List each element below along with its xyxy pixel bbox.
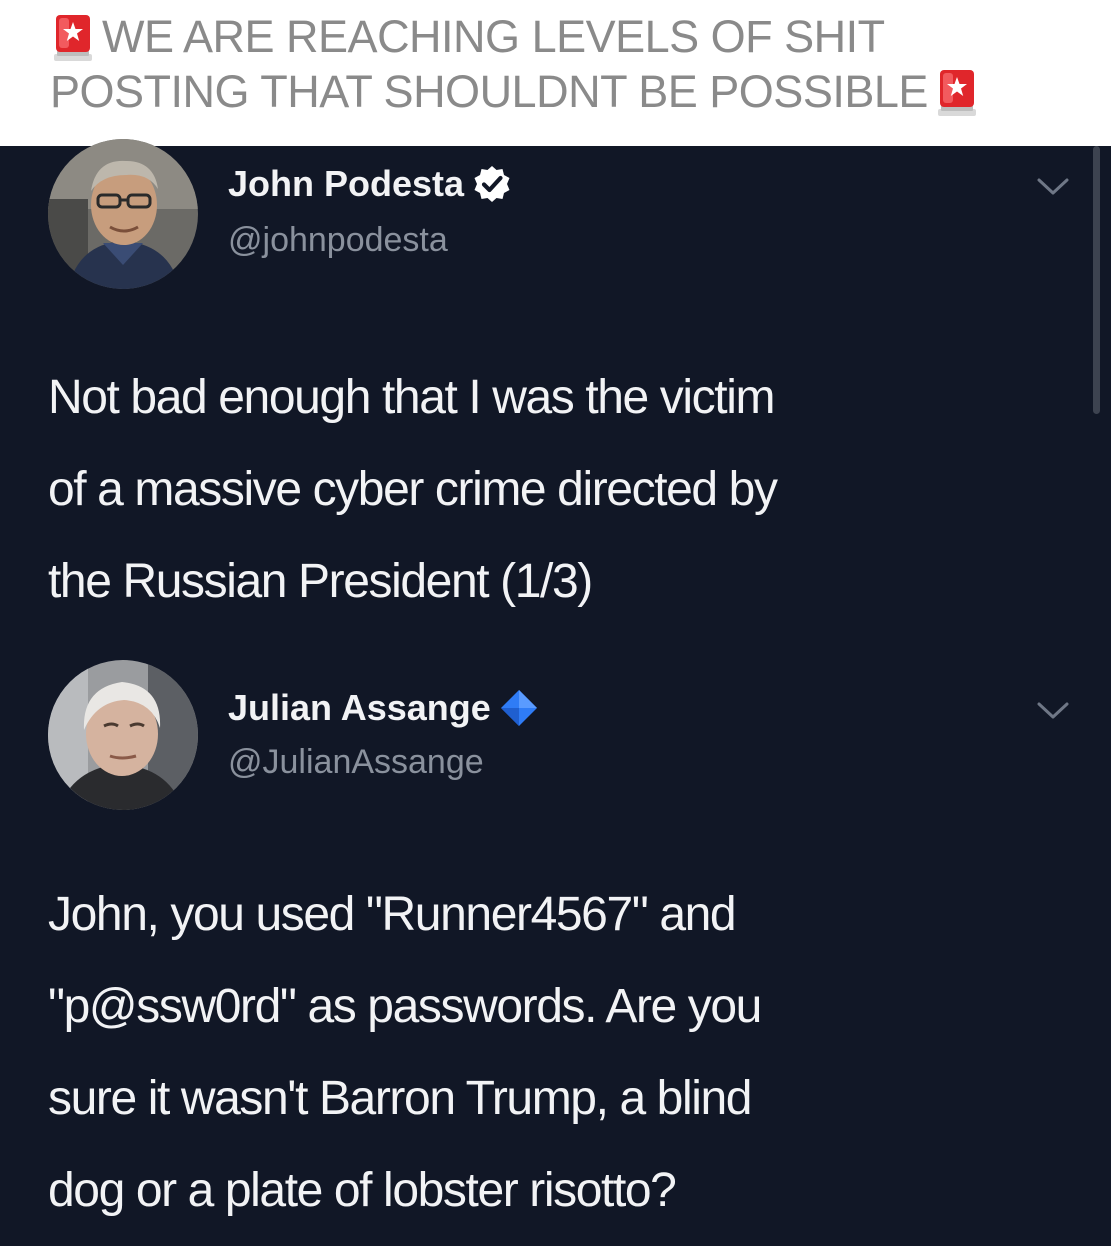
author-row: John Podesta [228,162,512,206]
scrollbar[interactable] [1093,146,1100,414]
blue-diamond-icon [500,690,537,726]
display-name[interactable]: John Podesta [228,162,464,206]
author-row: Julian Assange [228,686,539,730]
caption-text-1: WE ARE REACHING LEVELS OF SHIT [102,11,885,62]
tweet-text: John, you used "Runner4567" and "p@ssw0r… [48,888,762,1217]
avatar-photo [48,660,198,810]
avatar-photo [48,139,198,289]
avatar[interactable] [48,139,198,289]
police-car-light-icon [937,70,976,116]
handle[interactable]: @johnpodesta [228,220,448,260]
handle[interactable]: @JulianAssange [228,742,484,782]
avatar[interactable] [48,660,198,810]
caption-header: WE ARE REACHING LEVELS OF SHIT POSTING T… [0,0,1111,146]
tweet-text: Not bad enough that I was the victim of … [48,371,778,608]
chevron-down-icon[interactable] [1035,176,1071,198]
caption-line-2: POSTING THAT SHOULDNT BE POSSIBLE [50,67,980,117]
police-car-light-icon [54,15,92,61]
chevron-down-icon[interactable] [1035,700,1071,722]
caption-line-1: WE ARE REACHING LEVELS OF SHIT [50,12,885,62]
caption-text-2: POSTING THAT SHOULDNT BE POSSIBLE [50,66,928,117]
display-name[interactable]: Julian Assange [228,686,491,730]
verified-check-icon [474,166,510,202]
